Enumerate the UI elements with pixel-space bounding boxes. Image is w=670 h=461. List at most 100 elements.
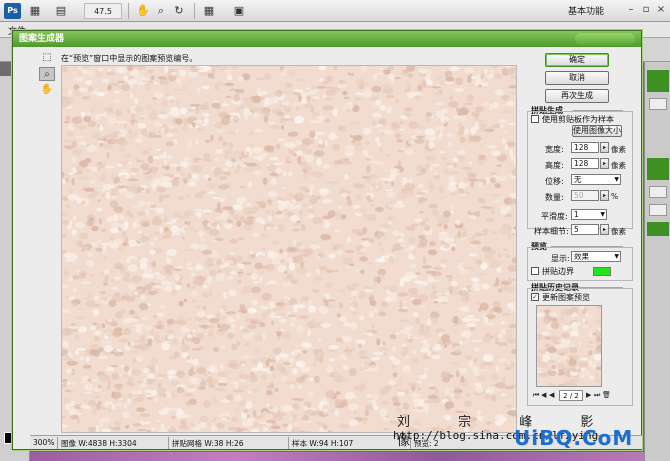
first-tile-icon[interactable]: ⏮: [533, 391, 539, 400]
panel-thumbnail[interactable]: [647, 70, 669, 92]
next-tile-icon[interactable]: ▶: [586, 391, 591, 399]
texture-grain: [558, 315, 565, 323]
view-extras-icon[interactable]: ▤: [54, 4, 68, 18]
texture-grain: [424, 216, 429, 222]
texture-grain: [272, 406, 278, 414]
texture-grain: [497, 342, 508, 347]
history-thumbnail[interactable]: [536, 305, 602, 387]
pattern-preview[interactable]: [61, 65, 517, 433]
chevron-down-icon: ▼: [614, 176, 619, 183]
texture-grain: [439, 151, 446, 154]
sample-detail-field[interactable]: 5: [571, 224, 599, 235]
hand-tool-icon[interactable]: ✋: [39, 83, 55, 97]
arrange-documents-icon[interactable]: ▦: [202, 4, 216, 18]
cancel-button[interactable]: 取消: [545, 71, 609, 85]
texture-grain: [189, 108, 200, 113]
rewind-icon[interactable]: ◀: [549, 391, 554, 399]
texture-grain: [368, 364, 379, 372]
texture-grain: [286, 257, 294, 264]
texture-grain: [123, 403, 128, 409]
amount-field[interactable]: 50: [571, 190, 599, 201]
restore-icon[interactable]: ▫: [640, 4, 652, 16]
sample-detail-spinner[interactable]: ▸: [600, 224, 609, 235]
zoom-tool-icon[interactable]: ⌕: [39, 67, 55, 81]
texture-grain: [121, 134, 126, 137]
texture-grain: [192, 358, 199, 366]
texture-grain: [270, 320, 275, 325]
previous-tile-icon[interactable]: ◀: [541, 391, 546, 399]
offset-select[interactable]: 无 ▼: [571, 174, 621, 185]
texture-grain: [106, 151, 110, 159]
hand-tool-icon[interactable]: ✋: [136, 4, 150, 18]
zoom-level[interactable]: 47.5: [84, 3, 122, 19]
panel-thumbnail[interactable]: [647, 222, 669, 236]
texture-grain: [186, 140, 193, 148]
texture-grain: [166, 95, 176, 100]
last-tile-icon[interactable]: ⏭: [594, 391, 600, 400]
screen-mode-icon[interactable]: ▣: [232, 4, 246, 18]
use-image-size-button[interactable]: 使用图像大小: [572, 125, 622, 137]
texture-grain: [495, 261, 504, 264]
texture-grain: [109, 240, 113, 248]
texture-grain: [219, 176, 228, 181]
texture-grain: [267, 199, 273, 206]
texture-grain: [448, 141, 453, 148]
status-zoom[interactable]: 300%: [33, 438, 54, 447]
texture-grain: [442, 210, 451, 218]
panel-control[interactable]: [649, 186, 667, 198]
close-icon[interactable]: ×: [655, 4, 667, 16]
texture-grain: [113, 351, 124, 357]
width-spinner[interactable]: ▸: [600, 142, 609, 153]
texture-grain: [83, 364, 92, 369]
regenerate-button[interactable]: 再次生成: [545, 89, 609, 103]
texture-grain: [120, 174, 127, 178]
texture-grain: [107, 380, 112, 387]
bridge-icon[interactable]: ▦: [28, 4, 42, 18]
workspace-switcher[interactable]: 基本功能: [568, 4, 604, 17]
texture-grain: [473, 358, 478, 364]
dialog-title-bar[interactable]: 图案生成器: [13, 31, 641, 47]
texture-grain: [135, 157, 139, 161]
texture-grain: [114, 327, 123, 332]
texture-grain: [338, 200, 344, 203]
texture-grain: [510, 233, 516, 236]
texture-grain: [562, 324, 569, 331]
rectangular-marquee-icon[interactable]: ⬚: [39, 51, 55, 65]
texture-grain: [391, 396, 399, 403]
texture-grain: [156, 186, 166, 193]
width-field[interactable]: 128: [571, 142, 599, 153]
tile-boundaries-checkbox[interactable]: [531, 267, 539, 275]
update-preview-checkbox[interactable]: ✓: [531, 293, 539, 301]
texture-grain: [352, 134, 363, 141]
texture-grain: [468, 360, 474, 368]
title-bar-control[interactable]: [575, 33, 635, 45]
minimize-icon[interactable]: –: [625, 4, 637, 16]
texture-grain: [179, 107, 188, 115]
texture-grain: [226, 219, 233, 224]
show-select[interactable]: 效果 ▼: [571, 251, 621, 262]
texture-grain: [153, 314, 158, 319]
smoothness-select[interactable]: 1 ▼: [571, 209, 607, 220]
boundary-color-swatch[interactable]: [593, 267, 611, 276]
texture-grain: [404, 147, 414, 156]
zoom-tool-icon[interactable]: ⌕: [154, 4, 168, 18]
use-clipboard-checkbox[interactable]: [531, 115, 539, 123]
texture-grain: [112, 195, 117, 199]
texture-grain: [156, 377, 163, 380]
height-spinner[interactable]: ▸: [600, 158, 609, 169]
texture-grain: [417, 84, 423, 92]
texture-grain: [256, 88, 262, 95]
texture-grain: [320, 322, 332, 328]
amount-spinner[interactable]: ▸: [600, 190, 609, 201]
ok-button[interactable]: 确定: [545, 53, 609, 67]
panel-control[interactable]: [649, 98, 667, 110]
texture-grain: [103, 143, 113, 150]
rotate-view-icon[interactable]: ↻: [172, 4, 186, 18]
panel-control[interactable]: [649, 204, 667, 216]
delete-tile-icon[interactable]: 🗑: [602, 391, 611, 399]
texture-grain: [62, 233, 68, 238]
texture-grain: [124, 191, 136, 199]
texture-grain: [115, 383, 123, 391]
height-field[interactable]: 128: [571, 158, 599, 169]
panel-thumbnail[interactable]: [647, 158, 669, 180]
